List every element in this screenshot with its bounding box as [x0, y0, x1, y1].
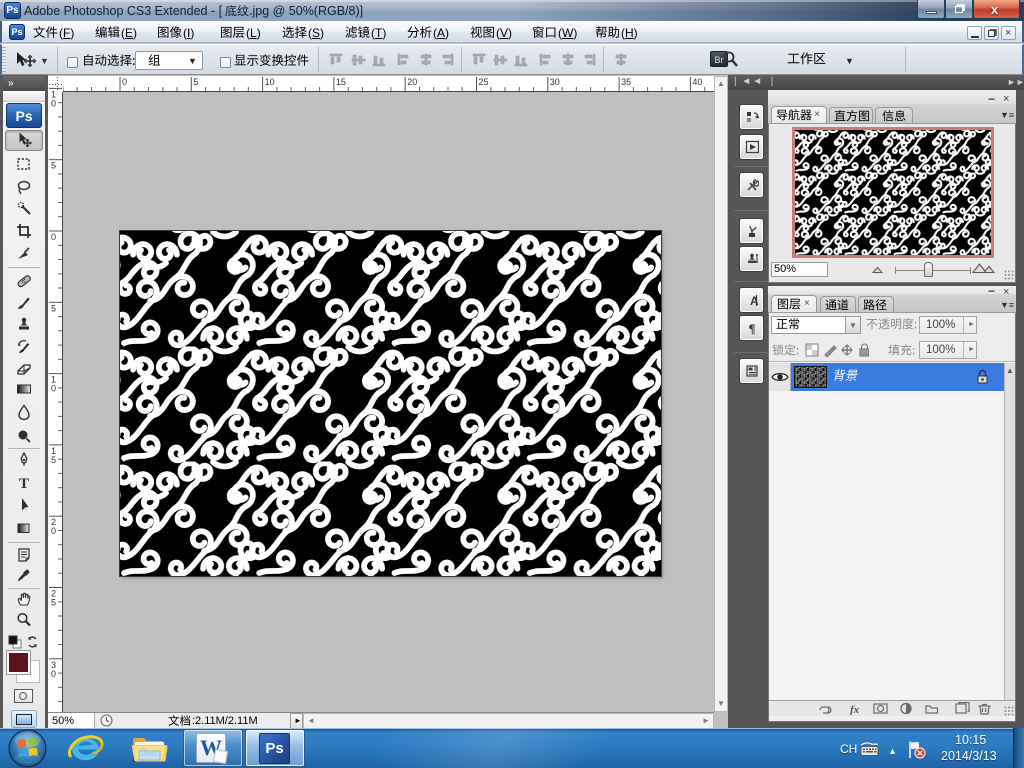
svg-text:5: 5	[51, 303, 56, 313]
svg-text:0: 0	[122, 77, 127, 87]
svg-text:5: 5	[193, 77, 198, 87]
svg-text:0: 0	[51, 384, 56, 394]
svg-text:fx: fx	[850, 704, 860, 715]
svg-text:20: 20	[407, 77, 417, 87]
svg-text:0: 0	[51, 526, 56, 536]
svg-text:25: 25	[479, 77, 489, 87]
svg-text:A: A	[750, 294, 759, 307]
svg-text:30: 30	[550, 77, 560, 87]
svg-text:10: 10	[265, 77, 275, 87]
svg-text:5: 5	[51, 598, 56, 608]
svg-text:¶: ¶	[748, 321, 755, 335]
svg-text:0: 0	[51, 669, 56, 679]
svg-text:5: 5	[51, 161, 56, 171]
svg-text:5: 5	[51, 455, 56, 465]
svg-text:35: 35	[621, 77, 631, 87]
svg-text:0: 0	[51, 232, 56, 242]
svg-text:40: 40	[692, 77, 702, 87]
svg-text:0: 0	[51, 98, 56, 108]
svg-text:T: T	[19, 476, 29, 491]
svg-text:15: 15	[336, 77, 346, 87]
